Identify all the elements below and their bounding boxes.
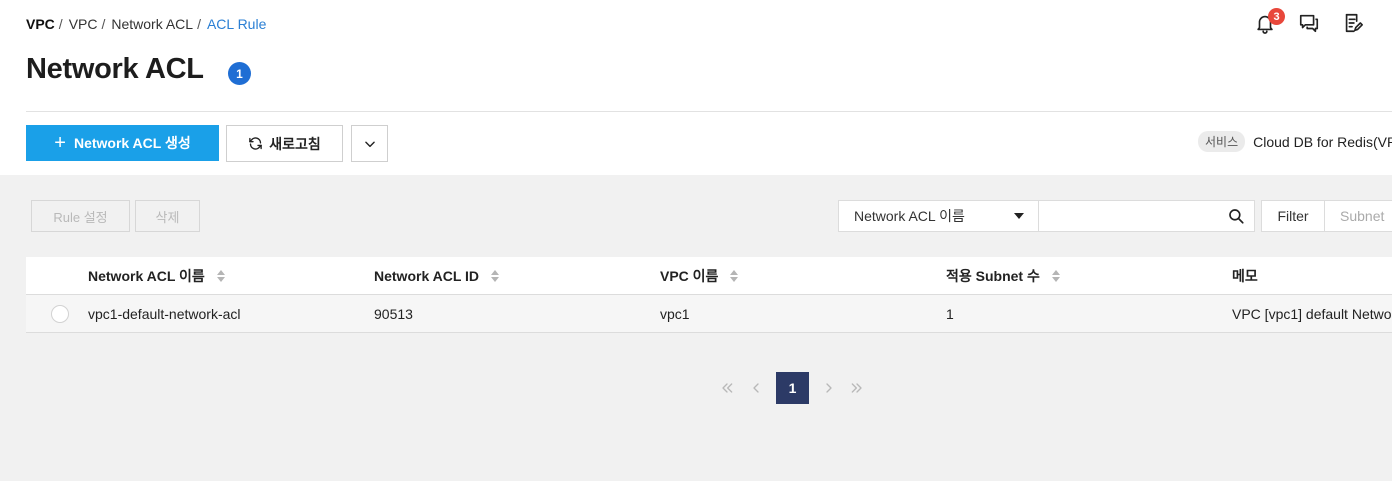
table-header: Network ACL 이름 Network ACL ID VPC 이름 적용 … <box>26 257 1392 295</box>
column-header-vpc[interactable]: VPC 이름 <box>660 257 739 295</box>
chevron-down-icon <box>364 141 375 147</box>
first-page-icon[interactable] <box>716 372 738 404</box>
search-icon[interactable] <box>1227 207 1245 225</box>
header-icons: 3 <box>1252 8 1392 36</box>
plus-icon: + <box>54 132 66 154</box>
refresh-button[interactable]: 새로고침 <box>226 125 343 162</box>
cell-subnet-count: 1 <box>946 305 954 322</box>
column-header-label: Network ACL ID <box>374 268 480 284</box>
more-actions-button[interactable] <box>351 125 388 162</box>
breadcrumb: VPC / VPC / Network ACL / ACL Rule <box>26 16 266 32</box>
table-row[interactable]: vpc1-default-network-acl 90513 vpc1 1 VP… <box>26 295 1392 333</box>
service-tag: 서비스 <box>1198 131 1246 152</box>
column-header-memo: 메모 <box>1232 257 1258 295</box>
search-input[interactable] <box>1038 200 1255 232</box>
service-indicator: 서비스 Cloud DB for Redis(VP <box>1198 131 1392 152</box>
search-field-selected: Network ACL 이름 <box>854 208 965 224</box>
prev-page-icon[interactable] <box>746 372 766 404</box>
memo-edit-icon[interactable] <box>1342 12 1364 34</box>
column-header-id[interactable]: Network ACL ID <box>374 257 500 295</box>
pagination: 1 <box>716 372 876 404</box>
sort-icon[interactable] <box>730 269 739 283</box>
caret-down-icon <box>1014 213 1024 219</box>
bell-icon[interactable]: 3 <box>1254 8 1285 34</box>
refresh-label: 새로고침 <box>269 135 321 152</box>
create-network-acl-label: Network ACL 생성 <box>73 135 191 151</box>
sort-icon[interactable] <box>491 269 500 283</box>
create-network-acl-button[interactable]: + Network ACL 생성 <box>26 125 219 161</box>
cell-id: 90513 <box>374 305 413 322</box>
breadcrumb-item-vpc[interactable]: VPC <box>69 16 98 32</box>
page-button-current[interactable]: 1 <box>776 372 809 404</box>
notification-count-badge: 3 <box>1268 8 1285 25</box>
page-header: VPC / VPC / Network ACL / ACL Rule 3 Net… <box>0 0 1392 175</box>
network-acl-table: Network ACL 이름 Network ACL ID VPC 이름 적용 … <box>26 257 1392 333</box>
next-page-icon[interactable] <box>819 372 839 404</box>
column-header-label: 적용 Subnet 수 <box>946 268 1040 284</box>
service-name[interactable]: Cloud DB for Redis(VP <box>1253 134 1392 150</box>
column-header-label: Network ACL 이름 <box>88 268 205 284</box>
column-header-name[interactable]: Network ACL 이름 <box>88 257 225 295</box>
delete-button[interactable]: 삭제 <box>135 200 200 232</box>
breadcrumb-item-vpc-root[interactable]: VPC <box>26 16 55 32</box>
column-header-label: 메모 <box>1232 268 1258 284</box>
last-page-icon[interactable] <box>846 372 868 404</box>
sort-icon[interactable] <box>1051 269 1060 283</box>
filter-button[interactable]: Filter <box>1261 200 1325 232</box>
refresh-icon <box>249 137 263 150</box>
breadcrumb-separator: / <box>58 16 63 32</box>
subnet-filter-button[interactable]: Subnet <box>1324 200 1392 232</box>
row-select-radio[interactable] <box>51 305 69 323</box>
page-title: Network ACL <box>26 53 204 85</box>
breadcrumb-item-network-acl[interactable]: Network ACL <box>111 16 193 32</box>
chat-icon[interactable] <box>1298 12 1320 34</box>
column-header-label: VPC 이름 <box>660 268 719 284</box>
cell-vpc: vpc1 <box>660 305 690 322</box>
cell-name: vpc1-default-network-acl <box>88 305 241 322</box>
search-field-select[interactable]: Network ACL 이름 <box>838 200 1039 232</box>
item-count-badge: 1 <box>228 62 251 85</box>
header-divider <box>26 111 1392 112</box>
cell-memo: VPC [vpc1] default Network ACL <box>1232 305 1392 322</box>
breadcrumb-item-acl-rule[interactable]: ACL Rule <box>207 16 266 32</box>
sort-icon[interactable] <box>216 269 225 283</box>
column-header-subnet-count[interactable]: 적용 Subnet 수 <box>946 257 1060 295</box>
rule-settings-button[interactable]: Rule 설정 <box>31 200 130 232</box>
breadcrumb-separator: / <box>197 16 201 32</box>
breadcrumb-separator: / <box>101 16 106 32</box>
